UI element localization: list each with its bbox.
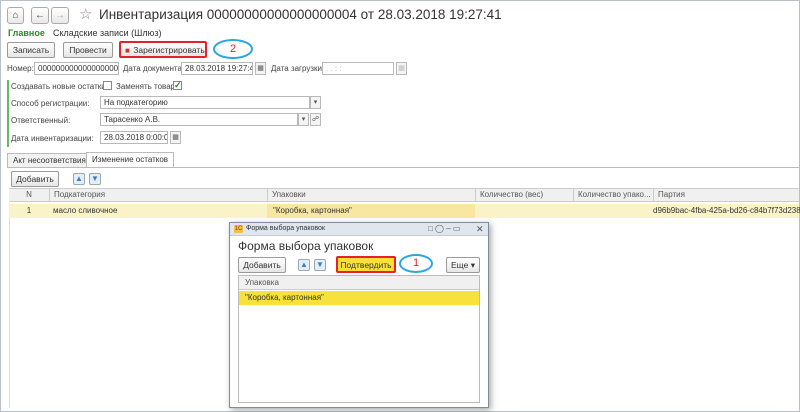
cell-packaging[interactable]: "Коробка, картонная" bbox=[267, 204, 475, 218]
register-label: Зарегистрировать bbox=[133, 45, 205, 55]
col-n: N bbox=[26, 190, 32, 199]
load-date-field: . . : : bbox=[322, 62, 394, 75]
cell-subcategory: масло сливочное bbox=[53, 206, 118, 215]
create-new-checkbox[interactable] bbox=[103, 81, 112, 90]
dialog-table: Упаковка "Коробка, картонная" bbox=[238, 275, 480, 403]
close-icon[interactable]: ✕ bbox=[476, 223, 484, 235]
home-icon[interactable]: ⌂ bbox=[7, 7, 24, 24]
number-label: Номер: bbox=[7, 64, 34, 73]
col-packaging: Упаковки bbox=[267, 189, 475, 201]
calendar-icon-disabled: ▦ bbox=[396, 62, 407, 75]
add-row-button[interactable]: Добавить bbox=[11, 171, 59, 187]
section-marker bbox=[7, 80, 9, 147]
dialog-table-row[interactable]: "Коробка, картонная" bbox=[239, 291, 479, 305]
table-row[interactable]: 1 масло сливочное "Коробка, картонная" d… bbox=[9, 204, 800, 218]
page-title: Инвентаризация 00000000000000000004 от 2… bbox=[99, 7, 502, 22]
star-icon[interactable]: ☆ bbox=[79, 5, 92, 23]
chevron-down-icon: ▾ bbox=[470, 260, 475, 270]
package-selection-dialog: 1C Форма выбора упаковок □ ◯ – ▭ ✕ Форма… bbox=[229, 222, 489, 408]
tab-act[interactable]: Акт несоответствия bbox=[7, 153, 92, 167]
replace-goods-label: Заменять товар: bbox=[116, 82, 178, 91]
table-left-edge bbox=[9, 218, 10, 408]
save-button[interactable]: Записать bbox=[7, 42, 55, 58]
load-date-label: Дата загрузки: bbox=[271, 64, 325, 73]
reg-method-label: Способ регистрации: bbox=[11, 99, 90, 108]
nav-main[interactable]: Главное bbox=[8, 28, 45, 38]
col-qty-packs: Количество упако... bbox=[573, 189, 653, 201]
col-subcategory: Подкатегория bbox=[49, 189, 267, 201]
table-header: N Подкатегория Упаковки Количество (вес)… bbox=[9, 188, 799, 202]
dialog-move-down-icon[interactable]: ▼ bbox=[314, 259, 326, 271]
move-up-icon[interactable]: ▲ bbox=[73, 173, 85, 185]
post-button[interactable]: Провести bbox=[63, 42, 113, 58]
create-new-label: Создавать новые остатки: bbox=[11, 82, 108, 91]
dialog-heading: Форма выбора упаковок bbox=[238, 239, 374, 253]
annotation-1: 1 bbox=[399, 254, 433, 273]
window-frame: ⌂ ← → ☆ Инвентаризация 00000000000000000… bbox=[0, 0, 800, 412]
tab-divider bbox=[7, 167, 799, 168]
doc-date-label: Дата документа: bbox=[123, 64, 185, 73]
tab-stock-changes[interactable]: Изменение остатков bbox=[86, 152, 175, 167]
dialog-titlebar: 1C Форма выбора упаковок □ ◯ – ▭ ✕ bbox=[230, 223, 488, 236]
register-icon: ■ bbox=[125, 46, 130, 55]
replace-goods-checkbox[interactable]: ✓ bbox=[173, 81, 182, 90]
more-button[interactable]: Еще ▾ bbox=[446, 257, 480, 273]
chevron-down-icon[interactable]: ▾ bbox=[310, 96, 321, 109]
annotation-2: 2 bbox=[213, 39, 253, 59]
chevron-down-icon[interactable]: ▾ bbox=[298, 113, 309, 126]
app-logo-icon: 1C bbox=[234, 225, 243, 233]
window-controls[interactable]: □ ◯ – ▭ bbox=[428, 223, 460, 235]
register-button[interactable]: ■ Зарегистрировать bbox=[119, 41, 207, 58]
responsible-label: Ответственный: bbox=[11, 116, 71, 125]
responsible-field[interactable]: Тарасенко А.В. bbox=[100, 113, 298, 126]
back-arrow-icon[interactable]: ← bbox=[31, 7, 49, 24]
forward-arrow-icon[interactable]: → bbox=[51, 7, 69, 24]
dialog-move-up-icon[interactable]: ▲ bbox=[298, 259, 310, 271]
number-field[interactable]: 00000000000000000004 bbox=[34, 62, 119, 75]
doc-date-field[interactable]: 28.03.2018 19:27:41 bbox=[181, 62, 253, 75]
dialog-window-title: Форма выбора упаковок bbox=[246, 225, 325, 232]
cell-n: 1 bbox=[26, 206, 32, 215]
col-qty-weight: Количество (вес) bbox=[475, 189, 573, 201]
calendar-icon[interactable]: ▦ bbox=[170, 131, 181, 144]
open-link-icon[interactable]: ☍ bbox=[310, 113, 321, 126]
inv-date-label: Дата инвентаризации: bbox=[11, 134, 94, 143]
move-down-icon[interactable]: ▼ bbox=[89, 173, 101, 185]
calendar-icon[interactable]: ▦ bbox=[255, 62, 266, 75]
col-batch: Партия bbox=[653, 189, 799, 201]
inv-date-field[interactable]: 28.03.2018 0:00:00 bbox=[100, 131, 168, 144]
reg-method-select[interactable]: На подкатегорию bbox=[100, 96, 310, 109]
confirm-button[interactable]: Подтвердить bbox=[336, 256, 396, 273]
nav-warehouse[interactable]: Складские записи (Шлюз) bbox=[53, 28, 161, 38]
cell-batch: d96b9bac-4fba-425a-bd26-c84b7f73d238 bbox=[653, 206, 800, 215]
more-label: Еще bbox=[451, 260, 469, 270]
dialog-col-packaging: Упаковка bbox=[239, 276, 479, 290]
dialog-add-button[interactable]: Добавить bbox=[238, 257, 286, 273]
